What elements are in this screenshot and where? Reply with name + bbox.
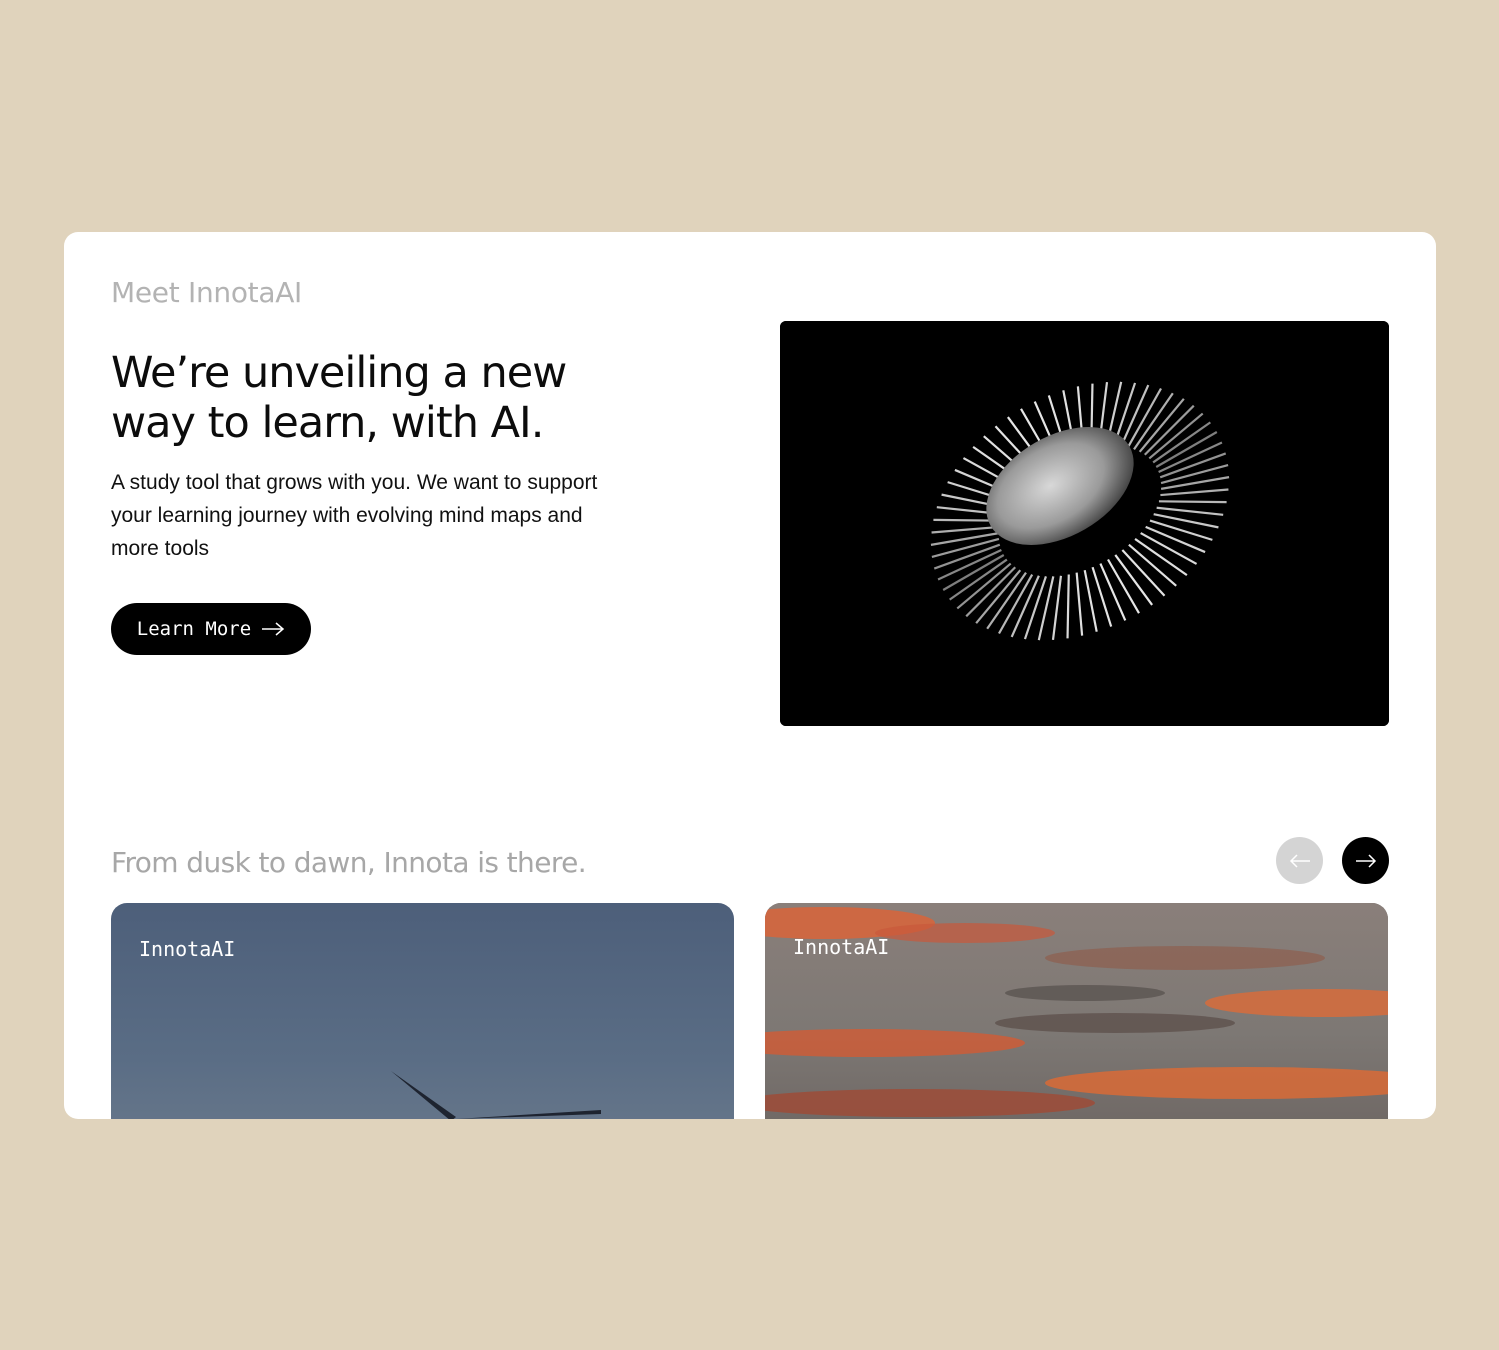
- slide-label: InnotaAI: [793, 935, 890, 959]
- hero-card: Meet InnotaAI We’re unveiling a new way …: [64, 232, 1436, 1119]
- carousel-title: From dusk to dawn, Innota is there.: [111, 846, 587, 879]
- learn-more-label: Learn More: [136, 618, 252, 640]
- eyebrow-label: Meet InnotaAI: [111, 276, 303, 309]
- arrow-right-icon: [261, 622, 285, 636]
- arrow-right-icon: [1355, 853, 1377, 868]
- page-title: We’re unveiling a new way to learn, with…: [111, 348, 567, 448]
- carousel-next-button[interactable]: [1342, 837, 1389, 884]
- learn-more-button[interactable]: Learn More: [111, 603, 311, 655]
- wind-turbine-image: [391, 1071, 601, 1119]
- slide-label: InnotaAI: [139, 937, 236, 961]
- carousel-slide[interactable]: InnotaAI: [111, 903, 734, 1119]
- hero-description: A study tool that grows with you. We wan…: [111, 471, 598, 560]
- arrow-left-icon: [1289, 853, 1311, 868]
- hero-image: [780, 321, 1389, 726]
- carousel-prev-button[interactable]: [1276, 837, 1323, 884]
- carousel-slide[interactable]: InnotaAI: [765, 903, 1388, 1119]
